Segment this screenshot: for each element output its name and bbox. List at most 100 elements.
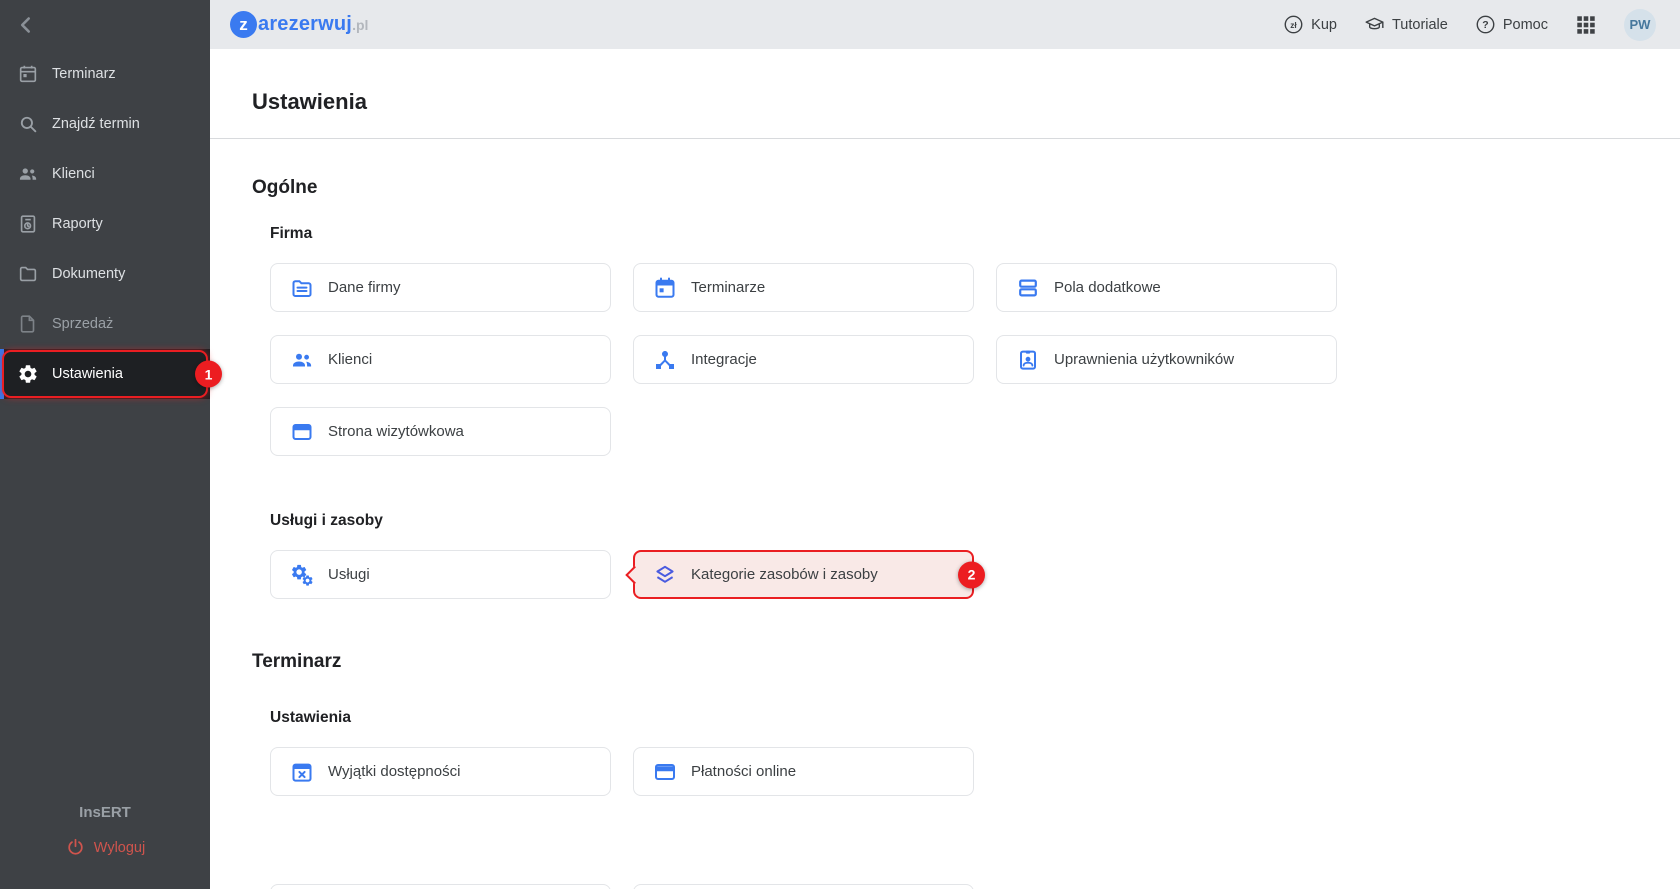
card-label: Płatności online	[691, 763, 796, 780]
power-icon	[65, 837, 86, 858]
sidebar-item-label: Znajdź termin	[52, 116, 140, 132]
report-icon	[17, 213, 39, 235]
logo-tld: .pl	[352, 17, 368, 33]
back-chevron-icon[interactable]	[13, 12, 39, 38]
topbar-actions: zł Kup Tutoriale ? Pomoc PW	[1283, 9, 1656, 41]
resource-categories-icon	[653, 563, 677, 587]
svg-text:zł: zł	[1290, 20, 1297, 30]
card-platnosci-online[interactable]: Płatności online	[633, 747, 974, 796]
sidebar-item-label: Dokumenty	[52, 266, 125, 282]
card-partial[interactable]	[633, 884, 974, 889]
people-icon	[17, 163, 39, 185]
tutorials-button[interactable]: Tutoriale	[1364, 14, 1448, 35]
card-partial[interactable]	[270, 884, 611, 889]
subsection-heading-firma: Firma	[270, 225, 1680, 243]
search-icon	[17, 113, 39, 135]
card-pola-dodatkowe[interactable]: Pola dodatkowe	[996, 263, 1337, 312]
card-dane-firmy[interactable]: Dane firmy	[270, 263, 611, 312]
zloty-coin-icon: zł	[1283, 14, 1304, 35]
sidebar-item-znajdz-termin[interactable]: Znajdź termin	[0, 99, 210, 149]
apps-grid-icon	[1575, 14, 1597, 36]
terminarz-cards: Wyjątki dostępności Płatności online	[270, 747, 1680, 796]
sidebar: Terminarz Znajdź termin Klienci Raporty …	[0, 0, 210, 889]
firma-cards: Dane firmy Terminarze Pola dodatkowe Kli…	[270, 263, 1680, 456]
file-icon	[17, 313, 39, 335]
card-label: Usługi	[328, 566, 370, 583]
card-strona-wizytowkowa[interactable]: Strona wizytówkowa	[270, 407, 611, 456]
topbar: z arezerwuj .pl zł Kup Tutoriale ? Pomoc…	[210, 0, 1680, 49]
logo-mark-icon: z	[230, 11, 257, 38]
subsection-heading-uslugi-i-zasoby: Usługi i zasoby	[270, 512, 1680, 530]
logout-button[interactable]: Wyloguj	[65, 837, 145, 858]
apps-grid-button[interactable]	[1575, 14, 1597, 36]
partial-cards-row	[270, 884, 1680, 889]
card-label: Uprawnienia użytkowników	[1054, 351, 1234, 368]
tutorials-label: Tutoriale	[1392, 17, 1448, 33]
section-heading-ogolne: Ogólne	[252, 177, 1680, 199]
logo-name: arezerwuj	[258, 13, 352, 36]
sidebar-footer: InsERT Wyloguj	[0, 804, 210, 889]
sidebar-item-dokumenty[interactable]: Dokumenty	[0, 249, 210, 299]
question-circle-icon: ?	[1475, 14, 1496, 35]
svg-text:?: ?	[1482, 19, 1488, 31]
settings-page: Ustawienia Ogólne Firma Dane firmy Termi…	[210, 49, 1680, 889]
card-klienci[interactable]: Klienci	[270, 335, 611, 384]
online-payments-icon	[653, 760, 677, 784]
sidebar-item-label: Ustawienia	[52, 366, 123, 382]
sidebar-item-ustawienia[interactable]: Ustawienia 1	[0, 349, 210, 399]
integrations-icon	[653, 348, 677, 372]
page-title: Ustawienia	[252, 89, 1680, 115]
card-label: Strona wizytówkowa	[328, 423, 464, 440]
card-label: Wyjątki dostępności	[328, 763, 460, 780]
brand-label: InsERT	[0, 804, 210, 821]
gear-icon	[17, 363, 39, 385]
card-label: Dane firmy	[328, 279, 401, 296]
card-terminarze[interactable]: Terminarze	[633, 263, 974, 312]
sidebar-item-sprzedaz[interactable]: Sprzedaż	[0, 299, 210, 349]
card-label: Kategorie zasobów i zasoby	[691, 566, 878, 583]
buy-button[interactable]: zł Kup	[1283, 14, 1337, 35]
section-heading-terminarz: Terminarz	[252, 651, 1680, 673]
availability-exceptions-icon	[290, 760, 314, 784]
user-permissions-icon	[1016, 348, 1040, 372]
company-data-icon	[290, 276, 314, 300]
uslugi-cards: Usługi Kategorie zasobów i zasoby 2	[270, 550, 1680, 599]
sidebar-item-terminarz[interactable]: Terminarz	[0, 49, 210, 99]
sidebar-item-label: Klienci	[52, 166, 95, 182]
card-label: Pola dodatkowe	[1054, 279, 1161, 296]
annotation-badge-step1: 1	[195, 361, 222, 388]
card-label: Klienci	[328, 351, 372, 368]
sidebar-item-label: Terminarz	[52, 66, 116, 82]
title-divider	[210, 138, 1680, 139]
folder-icon	[17, 263, 39, 285]
main-area: z arezerwuj .pl zł Kup Tutoriale ? Pomoc…	[210, 0, 1680, 889]
extra-fields-icon	[1016, 276, 1040, 300]
graduation-cap-icon	[1364, 14, 1385, 35]
app-logo[interactable]: z arezerwuj .pl	[230, 11, 368, 38]
calendar-icon	[17, 63, 39, 85]
sidebar-item-label: Raporty	[52, 216, 103, 232]
card-label: Integracje	[691, 351, 757, 368]
card-uprawnienia-uzytkownikow[interactable]: Uprawnienia użytkowników	[996, 335, 1337, 384]
sidebar-item-klienci[interactable]: Klienci	[0, 149, 210, 199]
logout-label: Wyloguj	[94, 840, 145, 856]
card-uslugi[interactable]: Usługi	[270, 550, 611, 599]
sidebar-header	[0, 0, 210, 49]
card-wyjatki-dostepnosci[interactable]: Wyjątki dostępności	[270, 747, 611, 796]
card-kategorie-zasobow-i-zasoby[interactable]: Kategorie zasobów i zasoby 2	[633, 550, 974, 599]
user-avatar[interactable]: PW	[1624, 9, 1656, 41]
sidebar-item-raporty[interactable]: Raporty	[0, 199, 210, 249]
help-label: Pomoc	[1503, 17, 1548, 33]
card-label: Terminarze	[691, 279, 765, 296]
annotation-badge-step2: 2	[958, 561, 985, 588]
sidebar-item-label: Sprzedaż	[52, 316, 113, 332]
business-page-icon	[290, 420, 314, 444]
card-integracje[interactable]: Integracje	[633, 335, 974, 384]
sidebar-nav: Terminarz Znajdź termin Klienci Raporty …	[0, 49, 210, 399]
calendars-icon	[653, 276, 677, 300]
services-icon	[290, 563, 314, 587]
buy-label: Kup	[1311, 17, 1337, 33]
subsection-heading-ustawienia: Ustawienia	[270, 709, 1680, 727]
clients-icon	[290, 348, 314, 372]
help-button[interactable]: ? Pomoc	[1475, 14, 1548, 35]
